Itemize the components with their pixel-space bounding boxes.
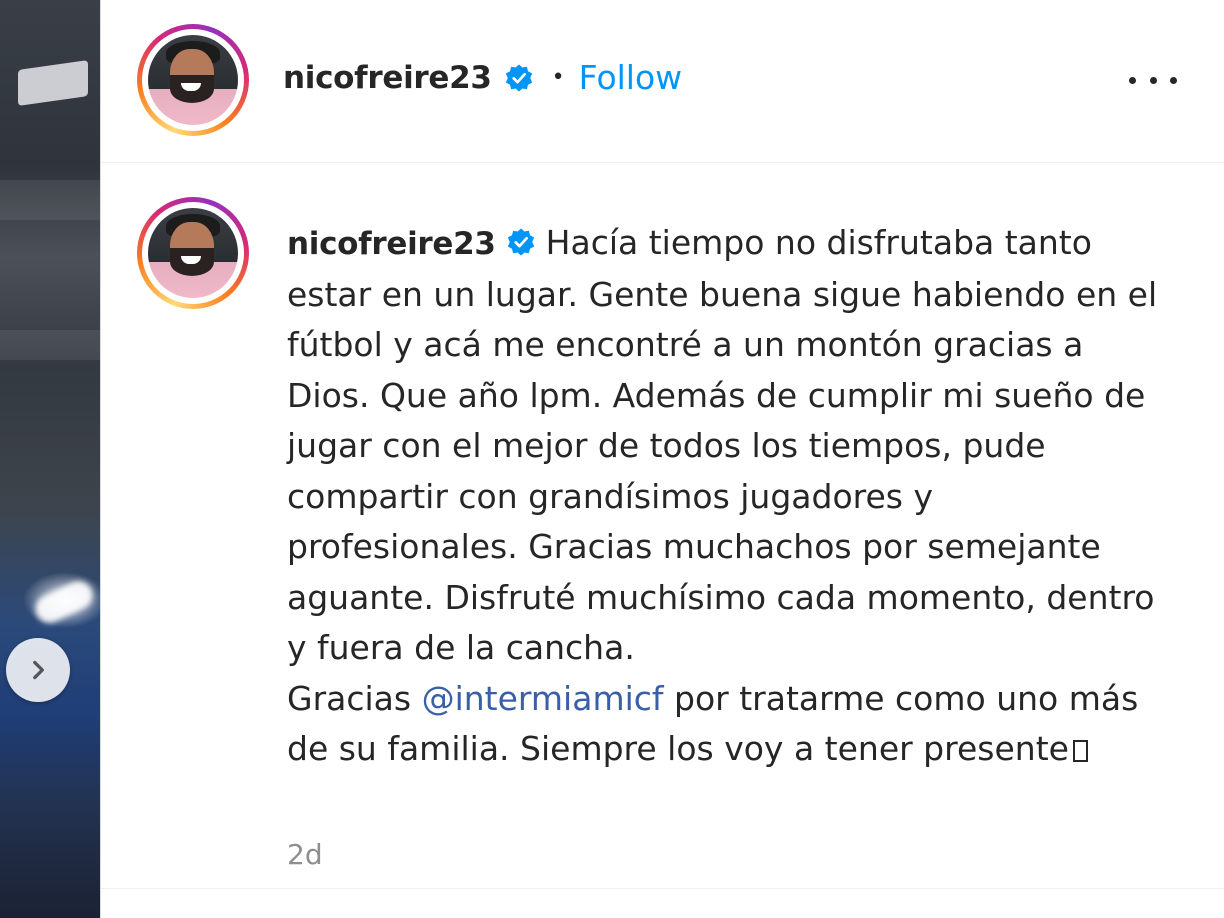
post-caption: nicofreire23 Hacía tiempo no disfrutaba … bbox=[287, 218, 1167, 775]
header-user-row: nicofreire23 • Follow bbox=[283, 58, 682, 97]
post-header: nicofreire23 • Follow bbox=[101, 0, 1224, 163]
stadium-spotlight bbox=[30, 576, 98, 628]
next-media-button[interactable] bbox=[6, 638, 70, 702]
divider bbox=[101, 888, 1224, 889]
caption-username-link[interactable]: nicofreire23 bbox=[287, 226, 496, 262]
avatar[interactable] bbox=[137, 24, 249, 136]
instagram-post-view: nicofreire23 • Follow nicofreire23 Hacía… bbox=[0, 0, 1224, 918]
more-horizontal-icon bbox=[1129, 76, 1136, 84]
more-options-button[interactable] bbox=[1129, 60, 1177, 100]
media-band bbox=[0, 180, 100, 220]
separator-dot: • bbox=[551, 65, 565, 90]
verified-badge-icon bbox=[505, 64, 532, 91]
verified-badge-icon bbox=[507, 228, 534, 255]
chevron-right-icon bbox=[33, 660, 44, 680]
username-link[interactable]: nicofreire23 bbox=[283, 60, 492, 96]
post-details-panel: nicofreire23 • Follow nicofreire23 Hacía… bbox=[100, 0, 1224, 918]
profile-photo bbox=[148, 208, 238, 298]
post-media[interactable] bbox=[0, 0, 100, 918]
caption-text: Hacía tiempo no disfrutaba tanto estar e… bbox=[287, 223, 1158, 667]
caption-gracias: Gracias bbox=[287, 678, 412, 718]
post-timestamp[interactable]: 2d bbox=[287, 838, 323, 871]
media-band bbox=[0, 330, 100, 360]
stadium-light bbox=[18, 60, 88, 106]
missing-emoji-glyph-icon bbox=[1072, 740, 1088, 762]
profile-photo bbox=[148, 35, 238, 125]
follow-button[interactable]: Follow bbox=[579, 58, 683, 97]
caption-avatar[interactable] bbox=[137, 197, 249, 309]
mention-link[interactable]: @intermiamicf bbox=[422, 679, 664, 718]
caption-text-end: por tratarme como uno más de su familia.… bbox=[287, 678, 1139, 769]
